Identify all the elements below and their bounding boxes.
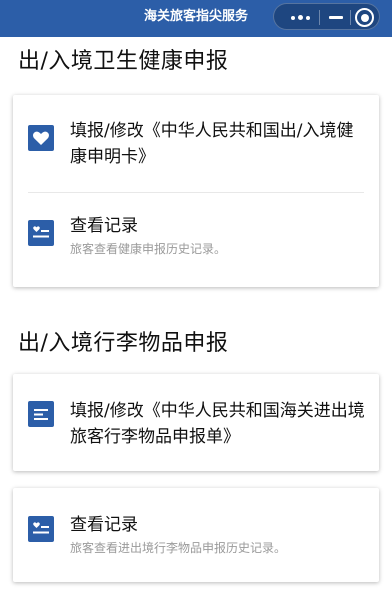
view-health-records-subtitle: 旅客查看健康申报历史记录。 xyxy=(70,242,227,256)
capsule-divider xyxy=(319,10,320,25)
minimize-icon[interactable] xyxy=(325,4,347,31)
view-baggage-records-subtitle: 旅客查看进出境行李物品申报历史记录。 xyxy=(70,541,287,555)
view-baggage-records-item[interactable]: 查看记录 旅客查看进出境行李物品申报历史记录。 xyxy=(13,512,379,562)
record-list-icon xyxy=(28,516,54,542)
fill-health-card-item[interactable]: 填报/修改《中华人民共和国出/入境健康申明卡》 xyxy=(13,115,379,175)
baggage-records-card: 查看记录 旅客查看进出境行李物品申报历史记录。 xyxy=(13,488,379,582)
view-health-records-item[interactable]: 查看记录 旅客查看健康申报历史记录。 xyxy=(13,213,379,269)
close-icon[interactable] xyxy=(355,8,374,27)
section-title-health: 出/入境卫生健康申报 xyxy=(18,49,229,74)
health-declaration-card: 填报/修改《中华人民共和国出/入境健康申明卡》 查看记录 旅客查看健康申报历史记… xyxy=(13,95,379,287)
title-bar: 海关旅客指尖服务 xyxy=(0,0,392,37)
more-options-icon[interactable] xyxy=(282,4,318,31)
fill-health-card-label: 填报/修改《中华人民共和国出/入境健康申明卡》 xyxy=(70,121,354,167)
fill-baggage-form-item[interactable]: 填报/修改《中华人民共和国海关进出境旅客行李物品申报单》 xyxy=(13,396,379,452)
capsule-divider xyxy=(350,10,351,25)
view-baggage-records-label: 查看记录 xyxy=(70,515,138,535)
record-list-icon xyxy=(28,220,54,246)
baggage-declaration-card: 填报/修改《中华人民共和国海关进出境旅客行李物品申报单》 xyxy=(13,374,379,471)
window-capsule xyxy=(273,3,380,30)
view-health-records-label: 查看记录 xyxy=(70,216,138,236)
card-divider xyxy=(28,192,364,193)
heart-icon xyxy=(28,125,54,151)
fill-baggage-form-label: 填报/修改《中华人民共和国海关进出境旅客行李物品申报单》 xyxy=(70,401,365,447)
form-lines-icon xyxy=(28,401,54,427)
section-title-baggage: 出/入境行李物品申报 xyxy=(18,331,229,356)
